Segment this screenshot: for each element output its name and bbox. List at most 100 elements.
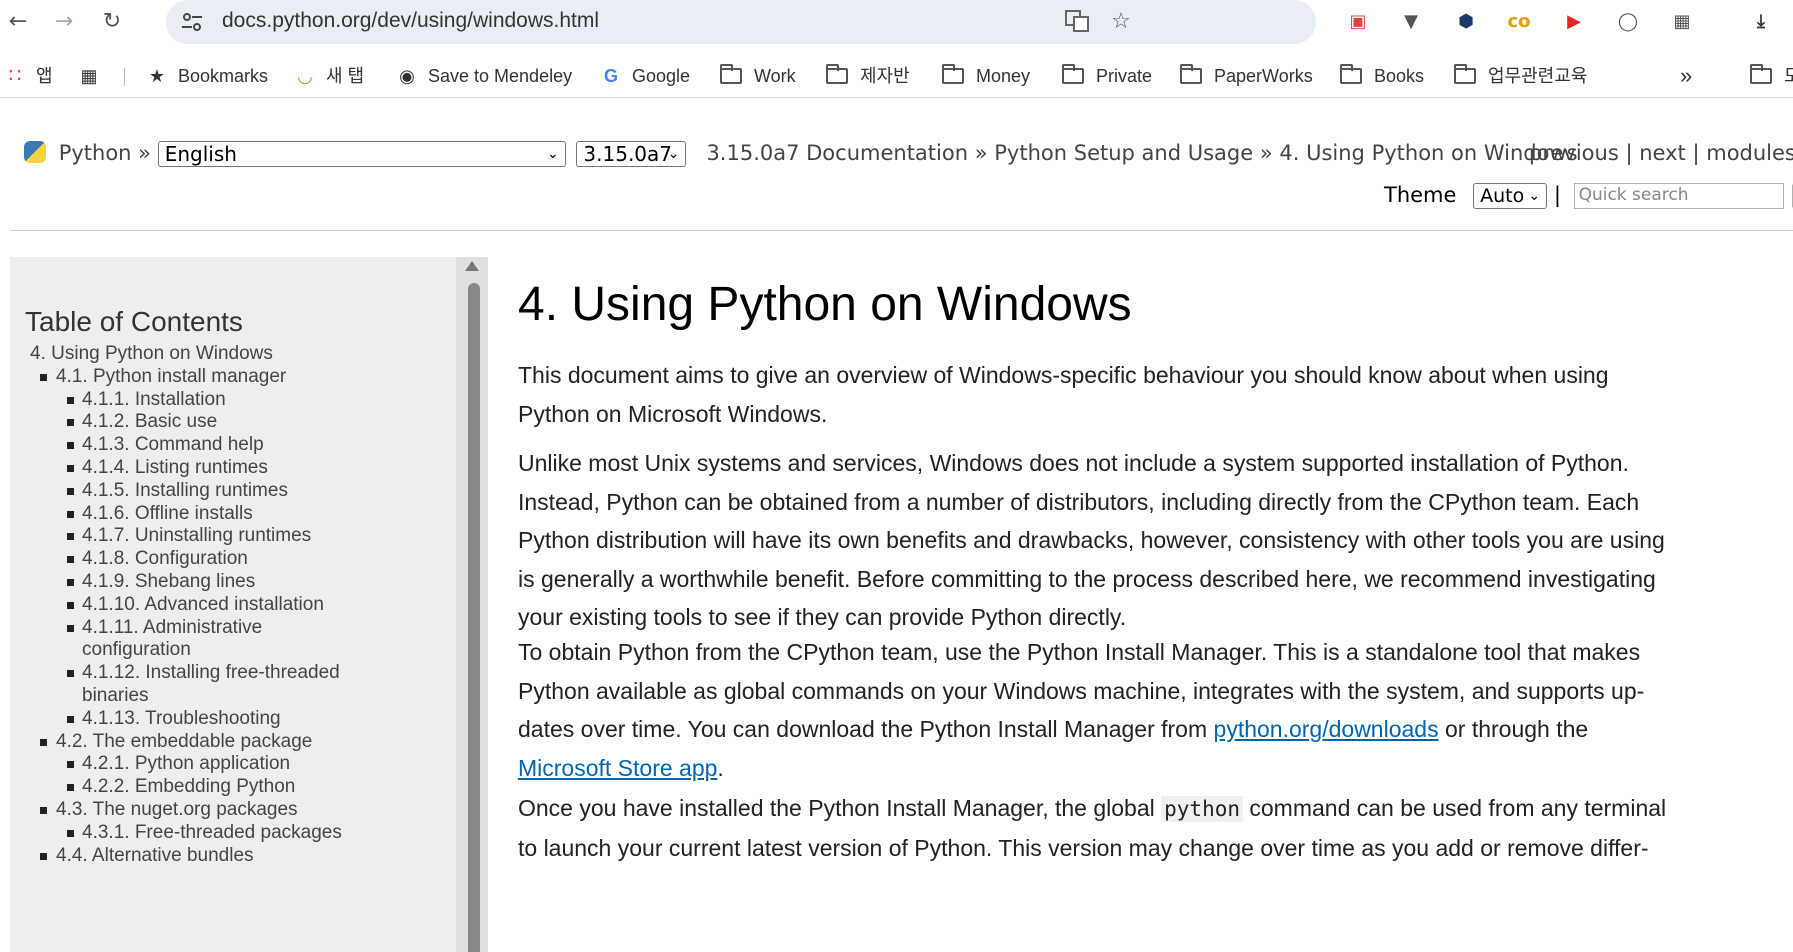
bookmark-label: 제자반 [860, 66, 910, 86]
bullet-icon [67, 761, 74, 769]
toc-item-label: 4.1.2. Basic use [82, 411, 218, 433]
bullet-icon [67, 396, 74, 404]
bookmark-folder-training[interactable]: 업무관련교육 [1454, 62, 1587, 90]
url-text: docs.python.org/dev/using/windows.html [222, 9, 600, 32]
bookmark-folder-work[interactable]: Work [720, 62, 796, 90]
nav-separator: | [1692, 141, 1700, 165]
theme-separator: | [1553, 183, 1561, 207]
nav-links: previous | next | modules | i [1529, 141, 1793, 165]
bookmark-folder-private[interactable]: Private [1062, 62, 1152, 90]
extensions-puzzle-icon[interactable]: ▦ [1668, 8, 1696, 36]
bullet-icon [40, 852, 47, 860]
version-select[interactable]: 3.15.0a7 ⌄ [576, 141, 687, 167]
bookmark-google[interactable]: G Google [600, 62, 690, 90]
bookmark-label: Work [754, 66, 796, 86]
folder-icon [942, 64, 964, 84]
toc-item-label: 4.1.13. Troubleshooting [82, 707, 281, 729]
bookmark-star-icon[interactable]: ☆ [1106, 8, 1136, 36]
toc-item-label: binaries [82, 685, 149, 706]
forward-arrow-icon[interactable]: → [48, 6, 80, 38]
chevron-down-icon: ⌄ [546, 146, 559, 162]
hex-extension-icon[interactable]: ⬢ [1452, 8, 1480, 36]
bullet-icon [40, 738, 47, 746]
braces-extension-icon[interactable]: ◯ [1614, 8, 1642, 36]
bookmark-label: PaperWorks [1214, 66, 1313, 86]
global-command-paragraph: Once you have installed the Python Insta… [518, 789, 1726, 867]
toc-title: Table of Contents [25, 306, 243, 337]
breadcrumb-setup-link[interactable]: Python Setup and Usage [994, 141, 1253, 165]
bookmark-label: Private [1096, 66, 1153, 86]
bullet-icon [67, 579, 74, 586]
toc-item[interactable]: 4.4. Alternative bundles [25, 843, 254, 869]
bookmark-new-tab[interactable]: ◡ 새 탭 [294, 62, 364, 90]
globe-icon: ◉ [399, 66, 415, 86]
bookmark-mendeley[interactable]: ◉ Save to Mendeley [396, 62, 572, 90]
text-line: To obtain Python from the CPython team, … [518, 639, 1641, 665]
text-line: Python distribution will have its own be… [518, 527, 1665, 553]
bookmark-label: 모 [1784, 66, 1793, 86]
toc-item-label: 4.1.6. Offline installs [82, 502, 253, 524]
play-extension-icon[interactable]: ▶ [1560, 8, 1588, 36]
back-arrow-icon[interactable]: ← [2, 6, 34, 38]
toc-item-label: 4.1.1. Installation [82, 388, 226, 410]
translate-icon[interactable] [1062, 8, 1092, 36]
co-extension-icon[interactable]: co [1505, 8, 1533, 36]
folder-icon [1750, 64, 1772, 84]
header-divider [10, 230, 1793, 231]
distributors-paragraph: Unlike most Unix systems and services, W… [518, 444, 1726, 637]
bookmark-label: Money [976, 66, 1031, 86]
bookmark-bookmarks[interactable]: ★ Bookmarks [146, 62, 268, 90]
text-line: Microsoft Store app. [518, 749, 1726, 788]
sidebar-scrollbar[interactable] [456, 257, 488, 952]
download-icon[interactable]: ⤓ [1747, 8, 1775, 36]
microsoft-store-link[interactable]: Microsoft Store app [518, 755, 717, 781]
bookmark-folder-books[interactable]: Books [1340, 62, 1424, 90]
modules-link[interactable]: modules [1706, 141, 1793, 165]
bookmark-folder-money[interactable]: Money [942, 62, 1030, 90]
text-line: This document aims to give an overview o… [518, 362, 1609, 388]
cast-extension-icon[interactable]: ▣ [1344, 8, 1372, 36]
quick-search-input[interactable]: Quick search [1573, 183, 1784, 209]
theme-select[interactable]: Auto ⌄ [1473, 183, 1548, 209]
language-select[interactable]: English ⌄ [157, 141, 566, 167]
bookmark-label: Books [1374, 66, 1425, 86]
scroll-up-arrow-icon[interactable] [465, 261, 479, 271]
bookmark-tab-groups[interactable]: ▦ [78, 62, 110, 90]
bookmark-label: 업무관련교육 [1488, 66, 1588, 86]
tab-groups-icon: ▦ [80, 66, 98, 86]
bookmark-label: 앱 [36, 66, 53, 86]
bookmark-folder-jejaban[interactable]: 제자반 [826, 62, 910, 90]
reload-icon[interactable]: ↻ [96, 6, 128, 38]
python-home-link[interactable]: Python [59, 141, 132, 165]
bookmark-folder-paperworks[interactable]: PaperWorks [1180, 62, 1313, 90]
folder-icon [720, 64, 742, 84]
shield-extension-icon[interactable]: ▼ [1397, 8, 1425, 36]
text-line: to launch your current latest version of… [518, 834, 1649, 861]
toc-item-label: 4.4. Alternative bundles [56, 844, 254, 866]
bullet-icon [67, 533, 74, 541]
bookmark-apps[interactable]: ∷ 앱 [4, 62, 53, 90]
bullet-icon [67, 556, 74, 564]
toc-item-label: 4.2.1. Python application [82, 753, 291, 775]
docs-page: Python » English ⌄ 3.15.0a7 ⌄ 3.15.0a7 Doc… [0, 99, 1793, 952]
bookmark-folder-other[interactable]: 모 [1750, 62, 1793, 90]
version-value: 3.15.0a7 [583, 142, 672, 166]
text-span: . [717, 754, 724, 781]
next-link[interactable]: next [1639, 141, 1686, 165]
bullet-icon [67, 670, 74, 678]
scrollbar-thumb[interactable] [468, 283, 480, 952]
browser-toolbar: ← → ↻ docs.python.org/dev/using/windows.… [0, 0, 1793, 44]
previous-link[interactable]: previous [1529, 141, 1619, 165]
more-bookmarks-button[interactable]: » [1680, 62, 1692, 90]
python-downloads-link[interactable]: python.org/downloads [1214, 716, 1439, 742]
text-line: your existing tools to see if they can p… [518, 604, 1127, 630]
address-bar[interactable]: docs.python.org/dev/using/windows.html ☆ [166, 0, 1316, 44]
breadcrumb-separator: » [974, 141, 988, 165]
text-line: Unlike most Unix systems and services, W… [518, 450, 1629, 476]
folder-icon [1180, 64, 1202, 84]
site-settings-icon[interactable] [180, 11, 204, 33]
breadcrumb-docs-link[interactable]: 3.15.0a7 Documentation [706, 141, 968, 165]
text-line: is generally a worthwhile benefit. Befor… [518, 565, 1656, 592]
google-icon: G [603, 66, 618, 86]
toc-item-label: 4.2.2. Embedding Python [82, 776, 296, 798]
